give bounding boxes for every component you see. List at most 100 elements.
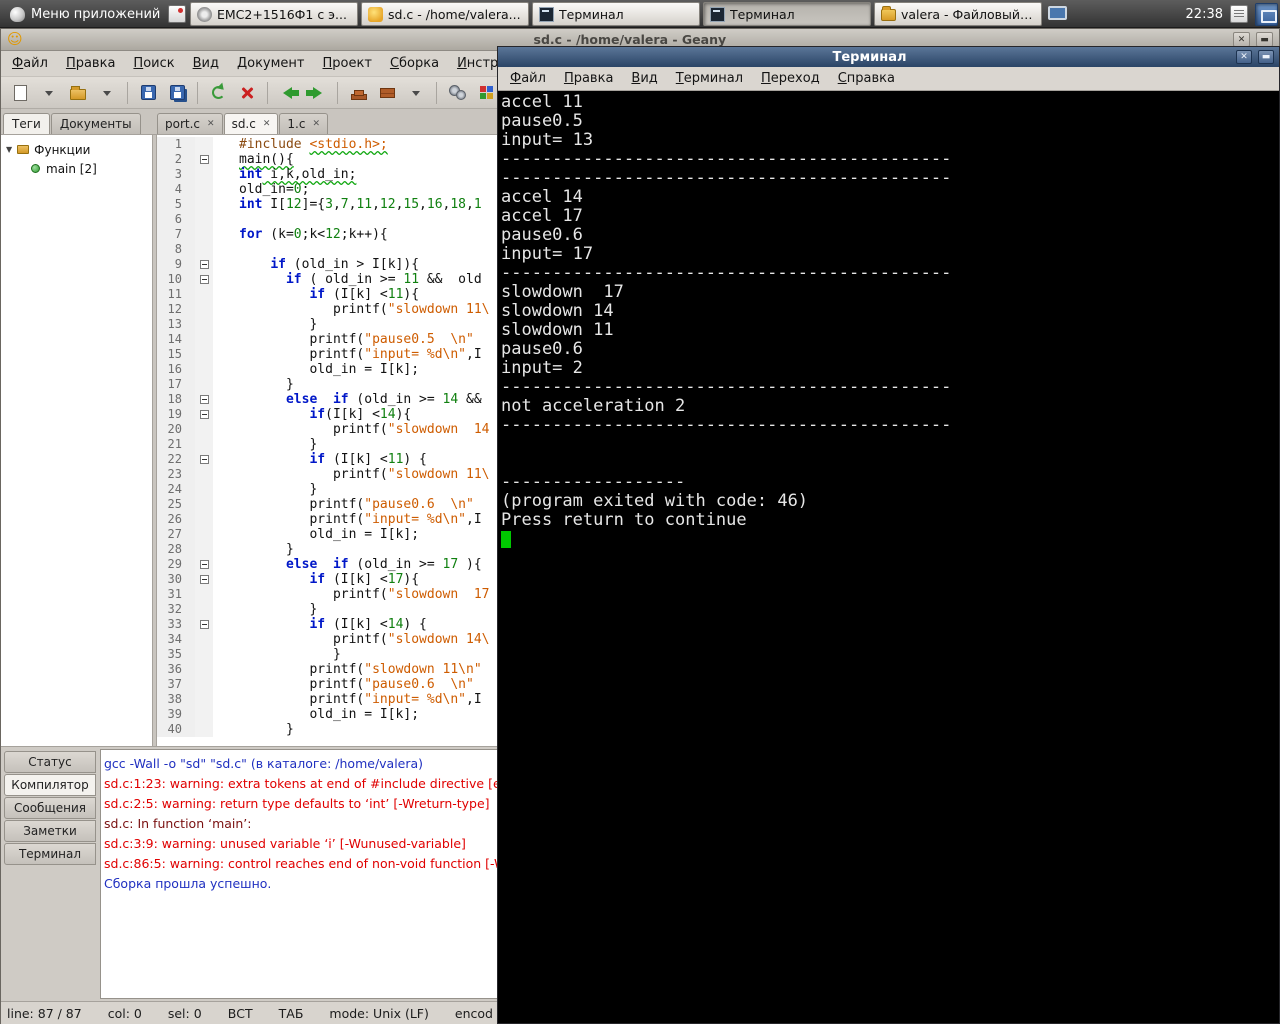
terminal-screen[interactable]: accel 11 pause0.5 input= 13 ---------------…: [498, 91, 1279, 1023]
geany-menu-item[interactable]: Правка: [57, 53, 124, 74]
editor-tab-sd.c[interactable]: sd.c ✕: [223, 113, 279, 134]
line-number[interactable]: 36: [157, 662, 187, 677]
taskbar-window-button[interactable]: EMC2+1516Ф1 с э...: [190, 2, 358, 26]
fold-icon[interactable]: [199, 620, 209, 629]
terminal-maximize-button[interactable]: ▬: [1258, 50, 1274, 64]
line-number[interactable]: 27: [157, 527, 187, 542]
line-number[interactable]: 3: [157, 167, 187, 182]
display-tray-icon[interactable]: [1048, 6, 1067, 20]
fold-icon[interactable]: [199, 455, 209, 464]
fold-icon[interactable]: [199, 155, 209, 164]
toolbar-back-button[interactable]: [275, 80, 301, 106]
line-number[interactable]: 11: [157, 287, 187, 302]
line-number[interactable]: 7: [157, 227, 187, 242]
line-number[interactable]: 32: [157, 602, 187, 617]
line-number[interactable]: 8: [157, 242, 187, 257]
window-list-icon[interactable]: [168, 5, 186, 23]
terminal-menu-item[interactable]: Правка: [555, 68, 622, 89]
toolbar-revert-button[interactable]: [205, 80, 231, 106]
line-number[interactable]: 37: [157, 677, 187, 692]
toolbar-build-button[interactable]: [374, 80, 400, 106]
terminal-menu-item[interactable]: Терминал: [667, 68, 752, 89]
line-number[interactable]: 40: [157, 722, 187, 737]
editor-tab-1.c[interactable]: 1.c ✕: [279, 113, 328, 134]
line-number[interactable]: 10: [157, 272, 187, 287]
geany-menu-item[interactable]: Поиск: [124, 53, 183, 74]
toolbar-close-button[interactable]: [234, 80, 260, 106]
line-number[interactable]: 4: [157, 182, 187, 197]
fold-icon[interactable]: [199, 410, 209, 419]
sidebar-tab[interactable]: Документы: [50, 113, 141, 134]
line-number[interactable]: 16: [157, 362, 187, 377]
line-number[interactable]: 25: [157, 497, 187, 512]
notes-tray-icon[interactable]: [1230, 5, 1248, 23]
taskbar-window-button[interactable]: valera - Файловый ...: [874, 2, 1042, 26]
applications-menu-button[interactable]: Меню приложений: [0, 0, 170, 28]
line-number[interactable]: 12: [157, 302, 187, 317]
toolbar-color-chooser-button[interactable]: [473, 80, 499, 106]
line-number[interactable]: 22: [157, 452, 187, 467]
taskbar-window-button[interactable]: Терминал: [703, 2, 871, 26]
message-tab-Терминал[interactable]: Терминал: [4, 843, 96, 865]
line-number[interactable]: 35: [157, 647, 187, 662]
line-number[interactable]: 21: [157, 437, 187, 452]
line-number[interactable]: 29: [157, 557, 187, 572]
terminal-close-button[interactable]: ✕: [1236, 50, 1252, 64]
line-number[interactable]: 23: [157, 467, 187, 482]
line-number[interactable]: 6: [157, 212, 187, 227]
tab-close-icon[interactable]: ✕: [263, 119, 271, 129]
terminal-menu-item[interactable]: Переход: [752, 68, 829, 89]
screenshot-tray-icon[interactable]: [1255, 2, 1278, 26]
geany-menu-item[interactable]: Сборка: [381, 53, 448, 74]
message-tab-Статус[interactable]: Статус: [4, 751, 96, 773]
toolbar-caret-button[interactable]: [403, 80, 429, 106]
fold-icon[interactable]: [199, 260, 209, 269]
fold-icon[interactable]: [199, 395, 209, 404]
line-number[interactable]: 15: [157, 347, 187, 362]
line-number[interactable]: 30: [157, 572, 187, 587]
fold-icon[interactable]: [199, 575, 209, 584]
line-number[interactable]: 33: [157, 617, 187, 632]
tab-close-icon[interactable]: ✕: [207, 119, 215, 129]
geany-menu-item[interactable]: Проект: [314, 53, 381, 74]
line-number[interactable]: 2: [157, 152, 187, 167]
toolbar-caret-button[interactable]: [94, 80, 120, 106]
geany-menu-item[interactable]: Документ: [228, 53, 314, 74]
fold-icon[interactable]: [199, 275, 209, 284]
line-number[interactable]: 18: [157, 392, 187, 407]
line-number[interactable]: 5: [157, 197, 187, 212]
toolbar-save-all-button[interactable]: [164, 80, 190, 106]
geany-menu-item[interactable]: Файл: [3, 53, 57, 74]
line-number[interactable]: 28: [157, 542, 187, 557]
tab-close-icon[interactable]: ✕: [312, 119, 320, 129]
message-tab-Компилятор[interactable]: Компилятор: [4, 774, 96, 796]
line-number[interactable]: 39: [157, 707, 187, 722]
toolbar-caret-button[interactable]: [36, 80, 62, 106]
toolbar-save-button[interactable]: [135, 80, 161, 106]
expander-icon[interactable]: ▼: [6, 145, 12, 154]
line-number[interactable]: 9: [157, 257, 187, 272]
line-number[interactable]: 34: [157, 632, 187, 647]
sidebar-tab[interactable]: Теги: [3, 113, 50, 134]
toolbar-compile-button[interactable]: [345, 80, 371, 106]
terminal-menu-item[interactable]: Справка: [829, 68, 904, 89]
line-number[interactable]: 38: [157, 692, 187, 707]
terminal-menu-item[interactable]: Файл: [501, 68, 555, 89]
toolbar-forward-button[interactable]: [304, 80, 330, 106]
taskbar-window-button[interactable]: sd.c - /home/valera...: [361, 2, 529, 26]
geany-menu-item[interactable]: Вид: [184, 53, 228, 74]
line-number[interactable]: 17: [157, 377, 187, 392]
terminal-titlebar[interactable]: Терминал ✕ ▬: [498, 47, 1279, 67]
line-number[interactable]: 19: [157, 407, 187, 422]
toolbar-open-folder-button[interactable]: [65, 80, 91, 106]
line-number[interactable]: 26: [157, 512, 187, 527]
line-number[interactable]: 13: [157, 317, 187, 332]
taskbar-window-button[interactable]: Терминал: [532, 2, 700, 26]
toolbar-new-file-button[interactable]: [7, 80, 33, 106]
toolbar-run-button[interactable]: [444, 80, 470, 106]
geany-close-button[interactable]: ✕: [1233, 32, 1250, 47]
message-tab-Заметки[interactable]: Заметки: [4, 820, 96, 842]
symbol-main[interactable]: main [2]: [1, 159, 152, 178]
symbols-root[interactable]: ▼ Функции: [1, 140, 152, 159]
line-number[interactable]: 31: [157, 587, 187, 602]
